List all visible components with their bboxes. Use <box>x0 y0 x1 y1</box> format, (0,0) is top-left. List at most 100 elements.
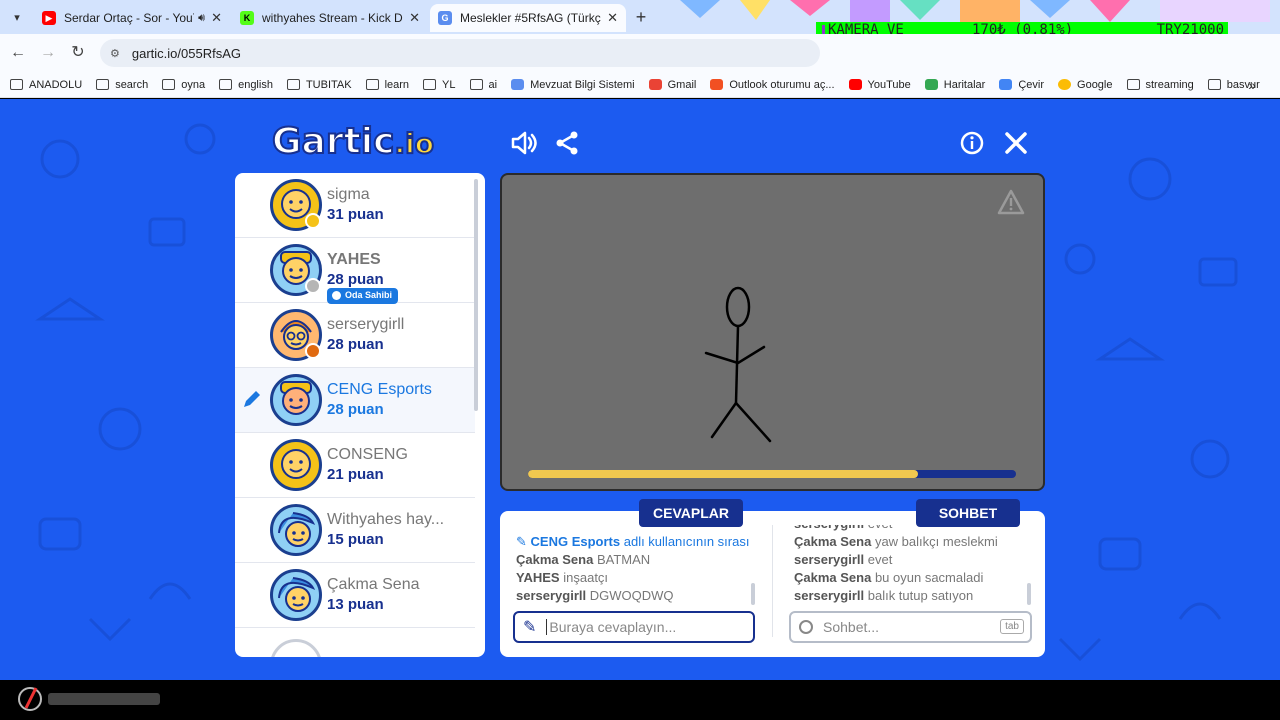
round-timer-bar <box>528 470 1016 478</box>
translate-icon <box>999 79 1013 90</box>
info-icon[interactable] <box>958 129 986 157</box>
message-text: evet <box>868 525 893 531</box>
turn-message: ✎ CENG Esports adlı kullanıcının sırası <box>516 533 764 551</box>
avatar <box>270 374 322 426</box>
bookmark-link[interactable]: Google <box>1058 79 1113 91</box>
gmail-icon <box>648 79 662 90</box>
player-name: serserygirll <box>327 316 405 333</box>
close-icon[interactable] <box>1002 129 1030 157</box>
player-row[interactable]: Withyahes hay... 15 puan <box>235 498 475 563</box>
close-tab-icon[interactable]: ✕ <box>211 10 222 26</box>
browser-toolbar: ← → ↻ ⚙ gartic.io/055RfsAG <box>0 34 1280 72</box>
tab-title: Meslekler #5RfsAG (Türkçe) - Gartic <box>460 11 601 25</box>
bookmark-folder[interactable]: YL <box>423 78 456 91</box>
bookmark-label: YL <box>442 78 456 91</box>
chat-placeholder: Sohbet... <box>823 619 880 635</box>
bookmark-folder[interactable]: TUBITAK <box>286 79 352 91</box>
chat-input[interactable]: Sohbet... tab <box>789 611 1032 643</box>
bookmark-label: Mevzuat Bilgi Sistemi <box>530 78 635 91</box>
share-icon[interactable] <box>553 129 581 157</box>
bookmark-folder[interactable]: oyna <box>162 79 205 91</box>
confetti-decoration <box>680 0 1270 22</box>
turn-text: adlı kullanıcının sırası <box>623 534 750 549</box>
player-row[interactable]: serserygirll 28 puan <box>235 303 475 368</box>
bookmark-link[interactable]: Gmail <box>648 78 697 91</box>
player-name: CENG Esports <box>327 381 432 398</box>
bookmark-label: oyna <box>181 78 206 91</box>
tab-answers[interactable]: CEVAPLAR <box>639 499 743 527</box>
player-score: 13 puan <box>327 596 384 613</box>
bookmark-folder[interactable]: streaming <box>1126 78 1194 91</box>
site-info-icon[interactable]: ⚙ <box>110 47 120 60</box>
stick-figure-drawing <box>704 286 772 443</box>
bookmark-folder[interactable]: english <box>219 79 273 91</box>
players-list: sigma 31 puan YAHES 28 puan Oda Sahibi s… <box>235 173 485 657</box>
message-text: bu oyun sacmaladi <box>874 570 984 585</box>
bookmark-label: YouTube <box>867 78 911 91</box>
message-author: YAHES <box>516 570 560 585</box>
player-row[interactable]: Çakma Sena 13 puan <box>235 563 475 628</box>
chat-item: Çakma Sena bu oyun sacmaladi <box>794 569 1030 587</box>
players-scrollbar[interactable] <box>474 179 478 411</box>
gartic-logo[interactable]: Gartic.io <box>271 120 435 163</box>
bookmark-link[interactable]: Haritalar <box>924 78 986 91</box>
new-tab-button[interactable]: + <box>630 7 652 27</box>
message-author: serserygirll <box>794 588 865 603</box>
more-bookmarks-icon[interactable]: » <box>1248 77 1256 93</box>
player-row[interactable]: sigma 31 puan <box>235 173 475 238</box>
status-badge <box>305 343 321 359</box>
status-badge <box>305 278 321 294</box>
tab-youtube[interactable]: ▶ Serdar Ortaç - Sor - YouTube 🔊︎ ✕ <box>34 4 230 32</box>
bookmark-folder[interactable]: ai <box>469 79 497 91</box>
answers-scrollbar[interactable] <box>751 583 755 605</box>
reload-icon[interactable]: ↻ <box>68 43 88 63</box>
avatar <box>270 569 322 621</box>
tab-chat[interactable]: SOHBET <box>916 499 1020 527</box>
address-bar[interactable]: ⚙ gartic.io/055RfsAG <box>100 39 820 67</box>
tab-gartic[interactable]: G Meslekler #5RfsAG (Türkçe) - Gartic ✕ <box>430 4 626 32</box>
bookmark-folder[interactable]: learn <box>365 79 409 91</box>
forward-icon[interactable]: → <box>38 43 58 63</box>
player-score: 28 puan <box>327 401 384 418</box>
player-row[interactable]: YAHES 28 puan Oda Sahibi <box>235 238 475 304</box>
report-warning-icon[interactable] <box>997 189 1025 215</box>
bookmark-folder[interactable]: search <box>96 79 148 91</box>
tab-kick[interactable]: K withyahes Stream - Kick Dashboard ✕ <box>232 4 428 32</box>
bookmark-label: streaming <box>1145 78 1194 91</box>
bookmark-folder[interactable]: ANADOLU <box>10 79 82 91</box>
bookmarks-bar: ANADOLU search oyna english TUBITAK lear… <box>0 72 1280 98</box>
message-author: Çakma Sena <box>516 552 594 567</box>
bookmark-label: Haritalar <box>943 78 986 91</box>
player-row-drawing[interactable]: CENG Esports 28 puan <box>235 368 475 433</box>
bookmark-label: Gmail <box>667 78 697 91</box>
speaker-icon[interactable]: 🔊︎ <box>198 12 205 25</box>
bookmark-link[interactable]: YouTube <box>848 78 911 91</box>
close-tab-icon[interactable]: ✕ <box>409 10 420 26</box>
tab-title: withyahes Stream - Kick Dashboard <box>262 11 403 25</box>
close-tab-icon[interactable]: ✕ <box>607 10 618 26</box>
sound-icon[interactable] <box>510 129 538 157</box>
tab-search-button[interactable]: ▾ <box>6 7 28 27</box>
google-icon <box>1058 79 1072 90</box>
message-text: DGWOQDWQ <box>589 588 674 603</box>
answer-input[interactable]: ✎ Buraya cevaplayın... <box>513 611 755 643</box>
player-name: Çakma Sena <box>327 576 420 593</box>
player-score: 31 puan <box>327 206 384 223</box>
turn-player: CENG Esports <box>530 534 621 549</box>
empty-slot-avatar <box>270 639 322 657</box>
player-row[interactable]: CONSENG 21 puan <box>235 433 475 498</box>
chat-item: serserygirll evet <box>794 551 1030 569</box>
chat-item: serserygirll balık tutup satıyon <box>794 587 1030 605</box>
maps-icon <box>924 79 938 90</box>
drawing-canvas[interactable] <box>500 173 1045 491</box>
back-icon[interactable]: ← <box>8 43 28 63</box>
message-author: Çakma Sena <box>794 534 872 549</box>
bookmark-link[interactable]: Outlook oturumu aç... <box>710 79 835 91</box>
answers-list: ✎ CENG Esports adlı kullanıcının sırası … <box>516 533 764 605</box>
player-name: sigma <box>327 186 370 203</box>
bookmark-label: ANADOLU <box>29 78 83 91</box>
bookmark-link[interactable]: Mevzuat Bilgi Sistemi <box>511 79 635 91</box>
chat-scrollbar[interactable] <box>1027 583 1031 605</box>
bookmark-link[interactable]: Çevir <box>999 79 1044 91</box>
folder-icon <box>219 79 233 90</box>
